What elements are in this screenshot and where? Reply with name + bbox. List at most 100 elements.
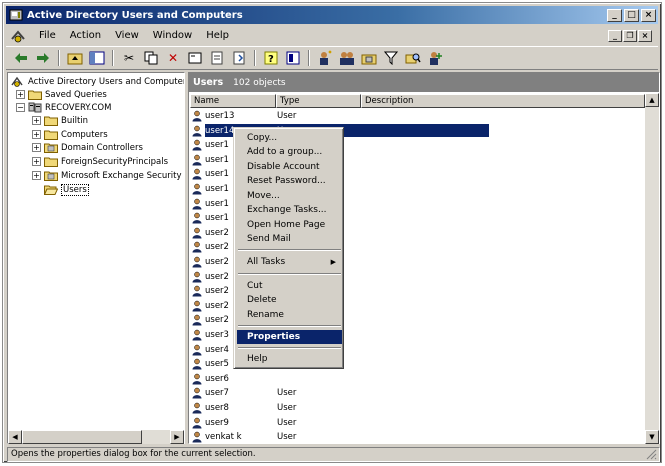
table-row[interactable]: user9 User bbox=[191, 416, 491, 430]
expand-icon[interactable]: + bbox=[32, 116, 41, 125]
user-icon bbox=[192, 402, 202, 414]
menu-item-help[interactable]: Help bbox=[237, 352, 342, 366]
menu-view[interactable]: View bbox=[108, 30, 146, 41]
up-folder-icon[interactable] bbox=[67, 50, 83, 66]
table-row[interactable]: user13 User bbox=[191, 109, 491, 123]
menu-item-properties[interactable]: Properties bbox=[237, 330, 342, 344]
help-icon[interactable]: ? bbox=[263, 50, 279, 66]
user-icon bbox=[192, 256, 202, 268]
expand-icon[interactable]: + bbox=[32, 171, 41, 180]
menu-item-add-to-group[interactable]: Add to a group... bbox=[237, 145, 342, 159]
menu-help[interactable]: Help bbox=[199, 30, 236, 41]
tree-item-computers[interactable]: + Computers bbox=[32, 128, 108, 141]
domain-icon bbox=[28, 102, 42, 113]
cut-icon[interactable]: ✂ bbox=[121, 50, 137, 66]
copy-icon[interactable] bbox=[143, 50, 159, 66]
open-folder-icon bbox=[44, 185, 58, 195]
scroll-left-icon[interactable]: ◀ bbox=[8, 430, 22, 444]
child-restore-button[interactable]: ❐ bbox=[623, 29, 637, 42]
tree-item-label: ForeignSecurityPrincipals bbox=[61, 156, 169, 167]
tree-item-domain[interactable]: − RECOVERY.COM bbox=[16, 101, 111, 114]
user-icon bbox=[192, 344, 202, 356]
folder-icon bbox=[44, 116, 58, 126]
new-group-icon[interactable] bbox=[339, 50, 355, 66]
expand-icon[interactable]: + bbox=[16, 90, 25, 99]
scroll-thumb[interactable] bbox=[22, 430, 142, 444]
refresh-icon[interactable] bbox=[209, 50, 225, 66]
row-name: user9 bbox=[205, 417, 229, 428]
tree-item-label: Builtin bbox=[61, 115, 89, 126]
row-name: venkat k bbox=[205, 432, 242, 443]
menu-item-move[interactable]: Move... bbox=[237, 189, 342, 203]
new-ou-icon[interactable] bbox=[361, 50, 377, 66]
tree-root[interactable]: Active Directory Users and Computer bbox=[11, 75, 184, 88]
list-vertical-scrollbar[interactable]: ▲ ▼ bbox=[645, 93, 659, 444]
menu-window[interactable]: Window bbox=[146, 30, 199, 41]
toolbar-separator bbox=[254, 50, 256, 66]
child-close-button[interactable]: × bbox=[638, 29, 652, 42]
scroll-down-icon[interactable]: ▼ bbox=[645, 430, 659, 444]
find-icon[interactable] bbox=[405, 50, 421, 66]
expand-icon[interactable]: + bbox=[32, 130, 41, 139]
menu-item-send-mail[interactable]: Send Mail bbox=[237, 232, 342, 246]
add-to-group-icon[interactable] bbox=[427, 50, 443, 66]
expand-icon[interactable]: + bbox=[32, 157, 41, 166]
show-hide-console-icon[interactable] bbox=[285, 50, 301, 66]
show-tree-icon[interactable] bbox=[89, 50, 105, 66]
resize-grip-icon[interactable] bbox=[645, 448, 657, 460]
tree-item-saved-queries[interactable]: + Saved Queries bbox=[16, 88, 107, 101]
forward-arrow-icon[interactable] bbox=[35, 50, 51, 66]
menu-item-rename[interactable]: Rename bbox=[237, 308, 342, 322]
tree-pane[interactable]: Active Directory Users and Computer + Sa… bbox=[7, 72, 185, 444]
close-button[interactable]: × bbox=[641, 8, 656, 22]
column-header-type[interactable]: Type bbox=[276, 94, 361, 108]
minimize-button[interactable]: _ bbox=[607, 8, 622, 22]
tree-item-exchange-security[interactable]: + Microsoft Exchange Security bbox=[32, 169, 182, 182]
menu-item-exchange-tasks[interactable]: Exchange Tasks... bbox=[237, 203, 342, 217]
folder-icon bbox=[44, 157, 58, 167]
maximize-button[interactable]: □ bbox=[624, 8, 639, 22]
user-icon bbox=[192, 417, 202, 429]
submenu-arrow-icon: ▶ bbox=[330, 258, 336, 266]
tree-item-label: Microsoft Exchange Security bbox=[61, 170, 182, 181]
menu-item-delete[interactable]: Delete bbox=[237, 293, 342, 307]
user-icon bbox=[192, 242, 202, 253]
scroll-up-icon[interactable]: ▲ bbox=[645, 93, 659, 107]
folder-icon bbox=[44, 130, 58, 140]
menu-item-cut[interactable]: Cut bbox=[237, 279, 342, 293]
filter-icon[interactable] bbox=[383, 50, 399, 66]
menu-file[interactable]: File bbox=[32, 30, 63, 41]
table-row[interactable]: user8 User bbox=[191, 401, 491, 415]
tree-horizontal-scrollbar[interactable]: ◀ ▶ bbox=[8, 430, 184, 444]
column-header-description[interactable]: Description bbox=[361, 94, 645, 108]
back-arrow-icon[interactable] bbox=[13, 50, 29, 66]
new-user-icon[interactable] bbox=[317, 50, 333, 66]
row-name: user7 bbox=[205, 388, 229, 399]
tree-item-domain-controllers[interactable]: + Domain Controllers bbox=[32, 141, 143, 154]
mmc-icon[interactable] bbox=[10, 29, 26, 43]
menu-item-open-home-page[interactable]: Open Home Page bbox=[237, 218, 342, 232]
menu-item-all-tasks[interactable]: All Tasks ▶ bbox=[237, 255, 342, 269]
menu-item-reset-password[interactable]: Reset Password... bbox=[237, 174, 342, 188]
table-row[interactable]: user6 bbox=[191, 372, 491, 386]
tree-item-label: Saved Queries bbox=[45, 89, 107, 100]
toolbar-separator bbox=[112, 50, 114, 66]
menu-separator bbox=[238, 273, 341, 275]
column-header-name[interactable]: Name bbox=[190, 94, 276, 108]
table-row[interactable]: venkat k User bbox=[191, 430, 491, 443]
tree-item-foreign-security-principals[interactable]: + ForeignSecurityPrincipals bbox=[32, 155, 168, 168]
export-icon[interactable] bbox=[231, 50, 247, 66]
collapse-icon[interactable]: − bbox=[16, 103, 25, 112]
menu-item-disable-account[interactable]: Disable Account bbox=[237, 160, 342, 174]
tree-item-users[interactable]: Users bbox=[44, 183, 89, 196]
properties-icon[interactable] bbox=[187, 50, 203, 66]
scroll-right-icon[interactable]: ▶ bbox=[170, 430, 184, 444]
title-bar[interactable]: Active Directory Users and Computers _ □… bbox=[6, 6, 658, 24]
menu-action[interactable]: Action bbox=[63, 30, 108, 41]
child-minimize-button[interactable]: _ bbox=[608, 29, 622, 42]
menu-item-copy[interactable]: Copy... bbox=[237, 131, 342, 145]
tree-item-builtin[interactable]: + Builtin bbox=[32, 114, 88, 127]
delete-icon[interactable]: ✕ bbox=[165, 50, 181, 66]
table-row[interactable]: user7 User bbox=[191, 386, 491, 400]
expand-icon[interactable]: + bbox=[32, 143, 41, 152]
